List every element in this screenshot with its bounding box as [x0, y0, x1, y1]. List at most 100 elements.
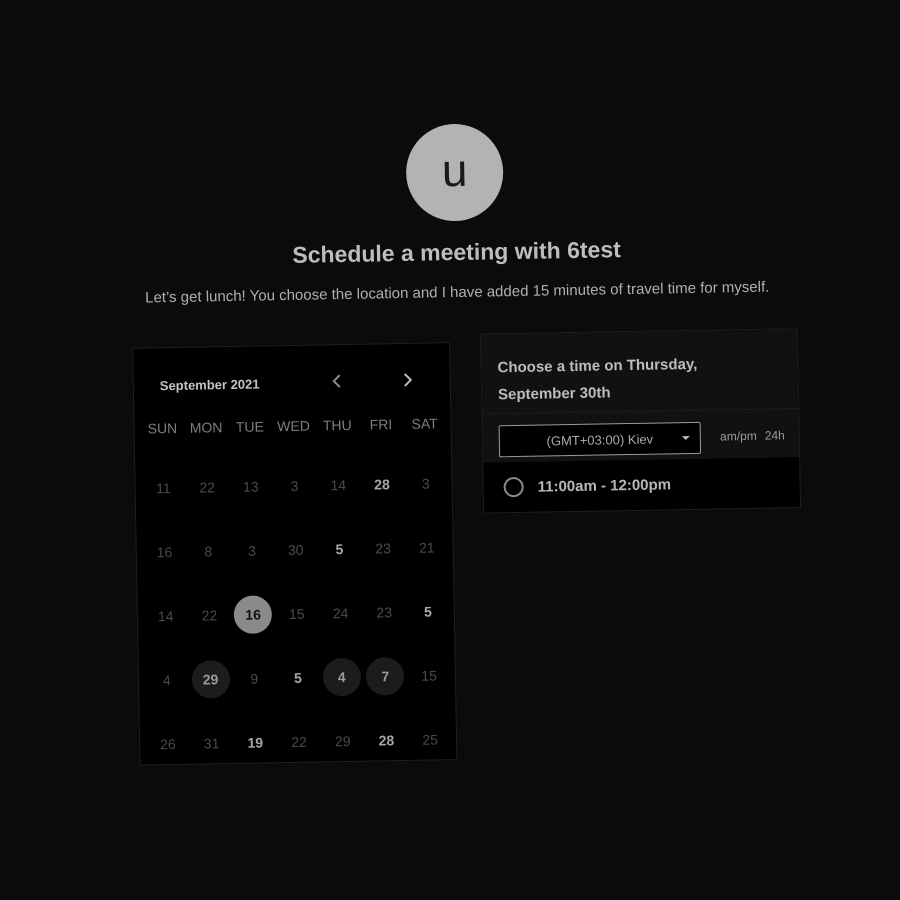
time-picker-header: Choose a time on Thursday, September 30t… [480, 329, 799, 415]
format-ampm-option[interactable]: am/pm [720, 429, 757, 444]
calendar-day: 14 [143, 584, 188, 649]
calendar-day: 9 [232, 646, 277, 711]
calendar-day: 11 [141, 456, 186, 521]
timezone-row: (GMT+03:00) Kiev am/pm 24h [482, 409, 800, 463]
calendar-day-number: 14 [330, 476, 347, 494]
calendar-day-number: 22 [291, 733, 307, 750]
calendar-day-number: 28 [378, 732, 395, 749]
calendar-day-number: 26 [159, 736, 176, 753]
calendar-header: September 2021 [133, 343, 450, 415]
calendar-day: 3 [403, 451, 448, 516]
calendar-day-number: 15 [288, 605, 305, 623]
calendar-day-number: 30 [287, 541, 304, 559]
calendar-day: 3 [272, 454, 317, 519]
calendar-day-number: 29 [334, 732, 351, 750]
calendar-day-number: 4 [162, 672, 171, 689]
timezone-select[interactable]: (GMT+03:00) Kiev [498, 421, 702, 458]
calendar-day[interactable]: 5 [317, 517, 362, 582]
calendar-day-number: 16 [233, 595, 273, 634]
calendar-day: 21 [404, 515, 449, 580]
calendar-day: 22 [277, 709, 322, 774]
calendar-day-number: 9 [250, 670, 259, 687]
calendar-day-number: 5 [293, 669, 302, 686]
weekday-label: WED [277, 417, 311, 435]
calendar-day: 22 [187, 583, 232, 648]
weekday-label: MON [189, 419, 223, 436]
calendar-day[interactable]: 19 [233, 710, 278, 775]
weekday-header: SUN MON TUE WED THU FRI SAT [140, 415, 446, 436]
format-24h-option[interactable]: 24h [765, 428, 785, 442]
calendar-day: 29 [320, 709, 365, 774]
calendar-day-number: 14 [157, 608, 174, 625]
calendar-day[interactable]: 7 [363, 644, 408, 709]
calendar-day-number: 23 [375, 540, 392, 557]
calendar-day: 16 [142, 520, 187, 585]
weekday-label: THU [322, 416, 352, 434]
time-picker-panel: Choose a time on Thursday, September 30t… [479, 328, 802, 514]
weekday-label: SAT [411, 415, 438, 432]
next-month-button[interactable] [396, 368, 420, 392]
calendar-day[interactable]: 4 [319, 645, 364, 710]
radio-button[interactable] [503, 476, 524, 498]
calendar-day-number: 13 [242, 478, 259, 495]
calendar-day-number: 8 [204, 543, 213, 560]
calendar-day: 30 [273, 518, 318, 583]
caret-down-icon [681, 435, 690, 441]
timezone-value: (GMT+03:00) Kiev [546, 431, 654, 448]
calendar-day[interactable]: 5 [276, 645, 321, 710]
previous-month-button[interactable] [325, 369, 349, 393]
page-description: Let’s get lunch! You choose the location… [145, 278, 770, 307]
calendar-day: 26 [146, 712, 191, 777]
calendar-day: 13 [228, 454, 273, 519]
calendar-day-selected[interactable]: 16 [231, 582, 276, 647]
scheduling-page: u Schedule a meeting with 6test Let’s ge… [0, 0, 900, 900]
time-slot-label: 11:00am - 12:00pm [537, 475, 672, 496]
calendar-day: 3 [230, 518, 275, 583]
calendar-day-number: 24 [332, 604, 349, 622]
calendar-day-number: 22 [201, 607, 218, 624]
calendar-day-number: 7 [366, 657, 405, 696]
calendar-day-number: 28 [374, 476, 390, 493]
calendar-day: 14 [316, 453, 361, 518]
time-format-toggle: am/pm 24h [720, 428, 785, 443]
calendar-day-number: 15 [421, 667, 437, 684]
avatar: u [405, 123, 504, 222]
calendar-day-number: 23 [376, 604, 393, 621]
page-title: Schedule a meeting with 6test [292, 236, 621, 268]
calendar-day: 23 [361, 516, 406, 581]
calendar-day: 4 [144, 648, 189, 713]
calendar-day-number: 11 [156, 480, 171, 497]
time-picker-title: Choose a time on Thursday, September 30t… [497, 355, 698, 404]
chevron-left-icon [332, 374, 341, 388]
calendar-month-label: September 2021 [159, 376, 260, 394]
calendar-day-number: 4 [322, 657, 361, 697]
weekday-label: SUN [147, 419, 178, 437]
calendar-day-number: 25 [422, 731, 439, 748]
calendar-day: 15 [407, 643, 452, 708]
calendar-day-number: 5 [335, 541, 344, 558]
calendar-day[interactable]: 29 [188, 647, 233, 712]
time-slot[interactable]: 11:00am - 12:00pm [483, 457, 800, 513]
avatar-letter: u [441, 143, 468, 196]
calendar-day[interactable]: 28 [364, 708, 409, 773]
weekday-label: FRI [369, 416, 393, 433]
calendar-day: 23 [362, 580, 407, 645]
calendar: September 2021 SUN MON TUE WED THU FRI SAT 11 2… [132, 342, 458, 766]
calendar-day[interactable]: 28 [360, 452, 405, 517]
calendar-day-number: 29 [191, 660, 230, 699]
weekday-label: TUE [235, 418, 264, 435]
calendar-day-number: 16 [156, 544, 173, 561]
calendar-day: 31 [189, 711, 234, 776]
calendar-day-number: 19 [247, 734, 264, 751]
chevron-right-icon [403, 373, 413, 387]
calendar-day-number: 22 [199, 479, 216, 496]
calendar-day-number: 3 [421, 475, 430, 492]
calendar-day: 22 [185, 455, 230, 520]
calendar-day-number: 3 [247, 542, 257, 559]
calendar-grid: 11 22 13 3 14 28 3 16 8 3 30 5 23 21 14 22 16 15 24 23 5 4 29 9… [141, 451, 453, 776]
calendar-day-number: 31 [203, 735, 220, 752]
calendar-day: 8 [186, 519, 231, 584]
calendar-day-number: 3 [290, 477, 299, 494]
calendar-day-number: 5 [423, 603, 432, 620]
calendar-day[interactable]: 5 [406, 579, 451, 644]
